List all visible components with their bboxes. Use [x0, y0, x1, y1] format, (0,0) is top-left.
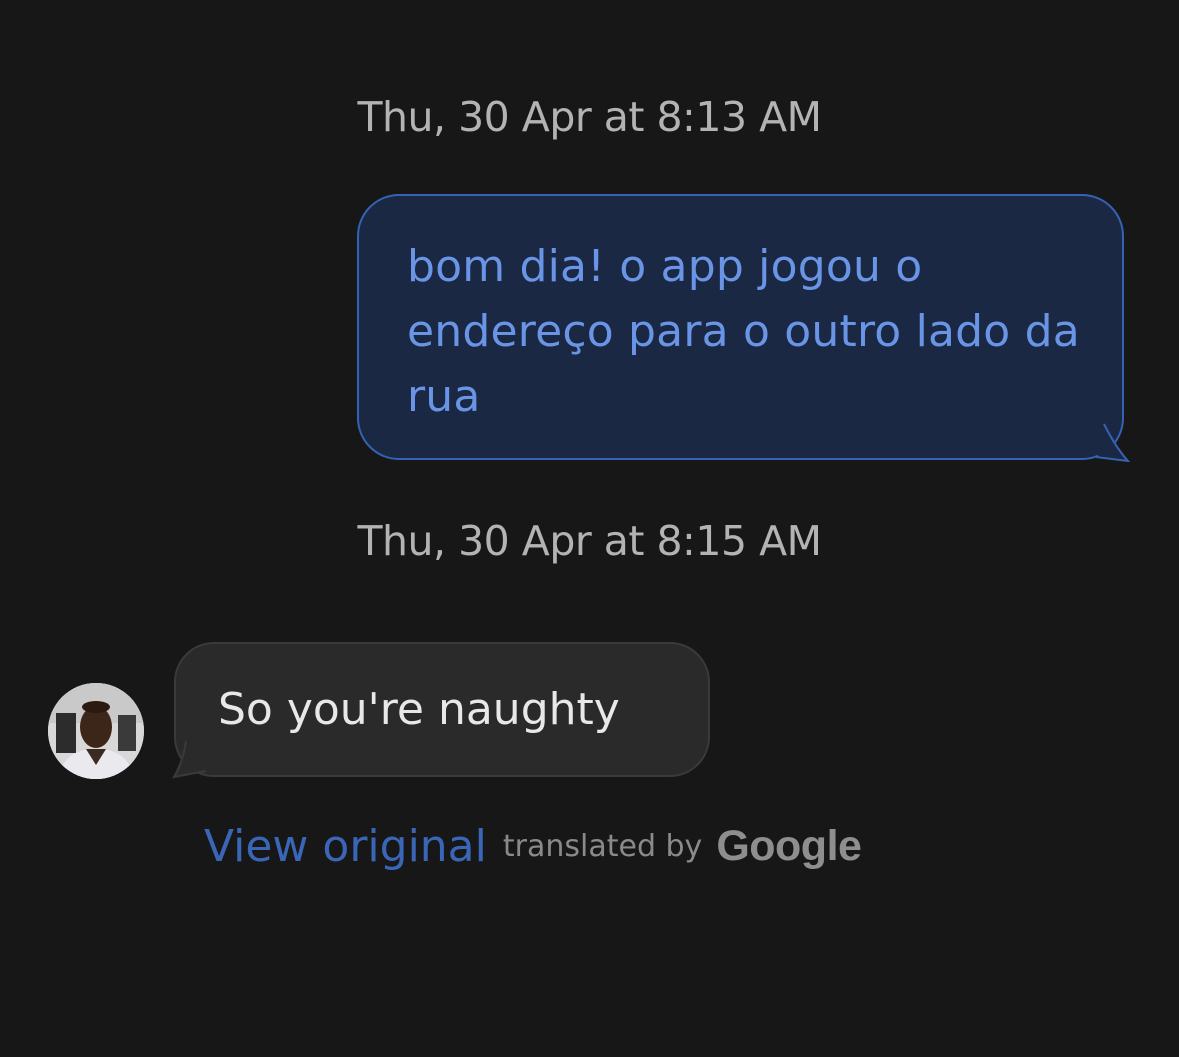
- translated-by-label: translated by: [502, 828, 703, 864]
- google-logo: Google: [716, 821, 862, 870]
- bubble-tail-icon: [1094, 423, 1131, 462]
- message-timestamp: Thu, 30 Apr at 8:15 AM: [357, 517, 822, 565]
- incoming-message-bubble[interactable]: So you're naughty: [171, 642, 710, 779]
- translation-attribution: View original translated by Google: [204, 816, 862, 876]
- outgoing-message-text: bom dia! o app jogou o endereço para o o…: [407, 241, 1080, 422]
- avatar-image: [48, 683, 144, 779]
- bubble-tail-icon: [171, 740, 207, 779]
- outgoing-message-bubble[interactable]: bom dia! o app jogou o endereço para o o…: [357, 194, 1131, 462]
- contact-avatar[interactable]: [48, 683, 144, 779]
- incoming-message-text: So you're naughty: [218, 684, 620, 735]
- chat-screen: Thu, 30 Apr at 8:13 AM bom dia! o app jo…: [0, 0, 1179, 1057]
- message-timestamp: Thu, 30 Apr at 8:13 AM: [357, 93, 822, 141]
- view-original-link[interactable]: View original: [204, 821, 487, 872]
